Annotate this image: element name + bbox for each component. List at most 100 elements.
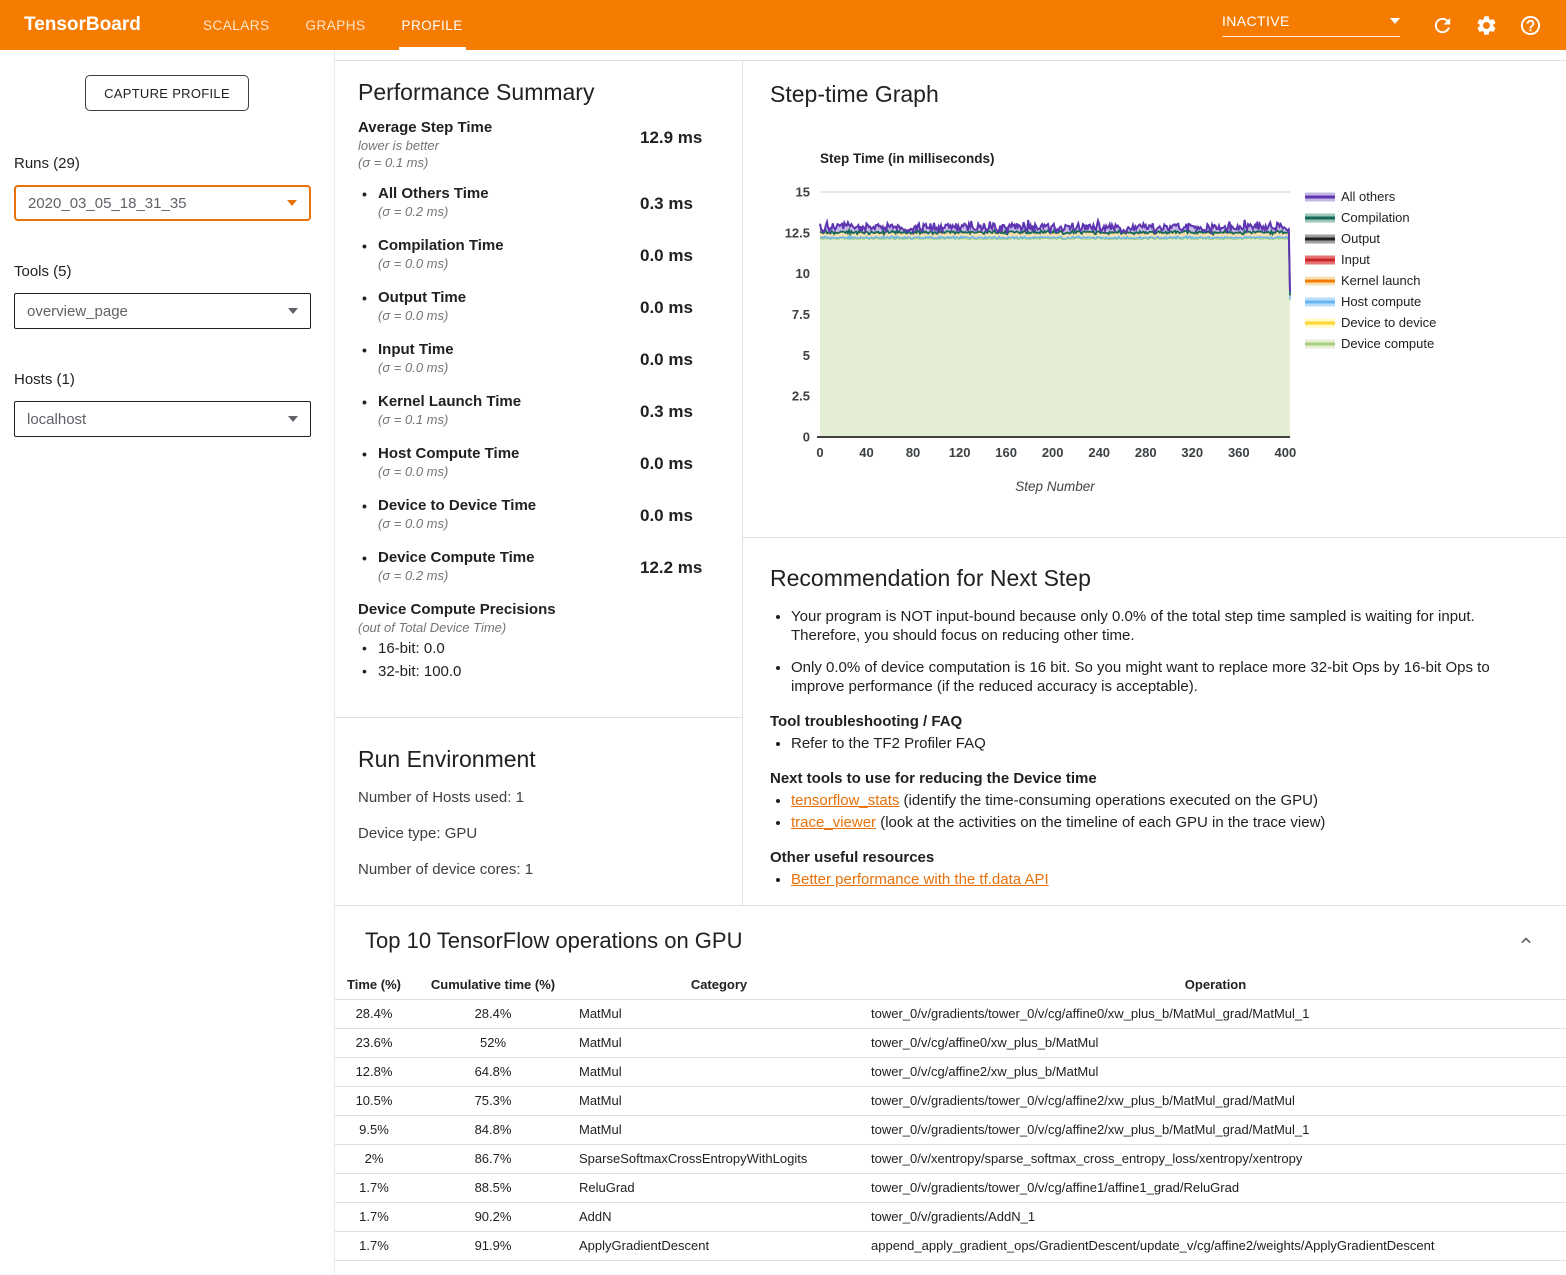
hosts-used: Number of Hosts used: 1	[358, 789, 742, 806]
table-cell: MatMul	[573, 1086, 865, 1115]
tab-profile[interactable]: PROFILE	[399, 0, 466, 50]
column-header: Cumulative time (%)	[413, 970, 573, 999]
perf-summary-item: •Kernel Launch Time(σ = 0.1 ms)0.3 ms	[358, 393, 704, 428]
svg-text:All others: All others	[1341, 189, 1396, 204]
svg-text:320: 320	[1181, 445, 1203, 460]
table-cell: ReluGrad	[573, 1173, 865, 1202]
status-dropdown-value: INACTIVE	[1222, 13, 1290, 29]
help-button[interactable]	[1519, 14, 1542, 37]
table-cell: ApplyGradientDescent	[573, 1231, 865, 1260]
perf-item-sigma: (σ = 0.2 ms)	[378, 567, 640, 584]
capture-profile-button[interactable]: CAPTURE PROFILE	[85, 75, 249, 111]
table-row: 23.6%52%MatMultower_0/v/cg/affine0/xw_pl…	[335, 1028, 1566, 1057]
recommendation-item: Refer to the TF2 Profiler FAQ	[791, 734, 1506, 753]
top-ops-table: Time (%)Cumulative time (%)CategoryOpera…	[335, 970, 1566, 1261]
perf-item-sigma: (σ = 0.0 ms)	[378, 307, 640, 324]
table-cell: 84.8%	[413, 1115, 573, 1144]
legend-item[interactable]: Compilation	[1305, 210, 1410, 225]
perf-summary-item: •Output Time(σ = 0.0 ms)0.0 ms	[358, 289, 704, 324]
bullet-icon: •	[362, 341, 367, 359]
table-row: 1.7%88.5%ReluGradtower_0/v/gradients/tow…	[335, 1173, 1566, 1202]
recommendation-heading: Other useful resources	[770, 849, 1506, 866]
legend-item[interactable]: Output	[1305, 231, 1380, 246]
svg-text:Device to device: Device to device	[1341, 315, 1436, 330]
performance-summary-card: Performance Summary Average Step Time lo…	[335, 61, 742, 718]
table-header-row: Time (%)Cumulative time (%)CategoryOpera…	[335, 970, 1566, 999]
runs-select[interactable]: 2020_03_05_18_31_35	[14, 185, 311, 221]
bullet-icon: •	[362, 497, 367, 515]
tab-graphs[interactable]: GRAPHS	[303, 0, 369, 50]
recommendation-list: tensorflow_stats (identify the time-cons…	[770, 791, 1506, 832]
svg-text:10: 10	[796, 266, 810, 281]
svg-text:200: 200	[1042, 445, 1064, 460]
settings-button[interactable]	[1475, 14, 1498, 37]
bullet-icon: •	[362, 393, 367, 411]
perf-item-sigma: (σ = 0.0 ms)	[378, 515, 640, 532]
recommendation-bullets: Your program is NOT input-bound because …	[770, 607, 1506, 696]
table-cell: 64.8%	[413, 1057, 573, 1086]
table-cell: 88.5%	[413, 1173, 573, 1202]
collapse-button[interactable]	[1516, 931, 1536, 951]
table-row: 9.5%84.8%MatMultower_0/v/gradients/tower…	[335, 1115, 1566, 1144]
perf-item-label: Output Time	[378, 289, 466, 306]
recommendation-sections: Tool troubleshooting / FAQ Refer to the T…	[770, 713, 1506, 889]
svg-text:15: 15	[796, 185, 810, 200]
bullet-icon: •	[362, 237, 367, 255]
perf-item-value: 0.3 ms	[640, 185, 693, 220]
column-header: Time (%)	[335, 970, 413, 999]
tab-bar: SCALARS GRAPHS PROFILE	[200, 0, 466, 50]
svg-text:12.5: 12.5	[785, 225, 810, 240]
svg-text:Kernel launch: Kernel launch	[1341, 273, 1421, 288]
legend-item[interactable]: Device to device	[1305, 315, 1436, 330]
header-actions: INACTIVE	[1222, 0, 1566, 50]
table-cell: tower_0/v/gradients/tower_0/v/cg/affine2…	[865, 1086, 1566, 1115]
tab-scalars[interactable]: SCALARS	[200, 0, 273, 50]
svg-text:160: 160	[995, 445, 1017, 460]
perf-item-label: Device to Device Time	[378, 497, 536, 514]
chevron-down-icon	[288, 416, 298, 422]
table-cell: 9.5%	[335, 1115, 413, 1144]
svg-text:2.5: 2.5	[792, 389, 810, 404]
bullet-icon: •	[362, 185, 367, 203]
status-dropdown[interactable]: INACTIVE	[1222, 13, 1400, 37]
recommendation-text: Refer to the TF2 Profiler FAQ	[791, 735, 986, 752]
perf-item-label: All Others Time	[378, 185, 489, 202]
legend-item[interactable]: All others	[1305, 189, 1396, 204]
recommendation-list: Better performance with the tf.data API	[770, 870, 1506, 889]
svg-text:Device compute: Device compute	[1341, 336, 1434, 351]
tools-select[interactable]: overview_page	[14, 293, 311, 329]
svg-text:240: 240	[1088, 445, 1110, 460]
recommendation-link[interactable]: tensorflow_stats	[791, 792, 899, 809]
svg-text:5: 5	[803, 348, 810, 363]
table-cell: SparseSoftmaxCrossEntropyWithLogits	[573, 1144, 865, 1173]
svg-text:40: 40	[859, 445, 873, 460]
reload-button[interactable]	[1431, 14, 1454, 37]
svg-text:400: 400	[1274, 445, 1296, 460]
legend-item[interactable]: Kernel launch	[1305, 273, 1421, 288]
precision-16bit: •16-bit: 0.0	[358, 640, 704, 657]
step-time-chart: Step Time (in milliseconds)02.557.51012.…	[760, 129, 1480, 504]
table-cell: tower_0/v/gradients/tower_0/v/cg/affine1…	[865, 1173, 1566, 1202]
average-step-time-sigma: (σ = 0.1 ms)	[358, 154, 640, 171]
recommendation-title: Recommendation for Next Step	[770, 565, 1506, 592]
perf-summary-item: •Device to Device Time(σ = 0.0 ms)0.0 ms	[358, 497, 704, 532]
recommendation-link[interactable]: trace_viewer	[791, 814, 876, 831]
table-cell: 86.7%	[413, 1144, 573, 1173]
perf-item-label: Compilation Time	[378, 237, 504, 254]
average-step-time-label: Average Step Time	[358, 119, 640, 137]
legend-item[interactable]: Device compute	[1305, 336, 1434, 351]
recommendation-link[interactable]: Better performance with the tf.data API	[791, 871, 1049, 888]
recommendation-heading: Tool troubleshooting / FAQ	[770, 713, 1506, 730]
device-type: Device type: GPU	[358, 825, 742, 842]
app-title: TensorBoard	[0, 0, 176, 50]
perf-summary-item: •Host Compute Time(σ = 0.0 ms)0.0 ms	[358, 445, 704, 480]
bullet-icon: •	[362, 289, 367, 307]
perf-item-value: 12.2 ms	[640, 549, 702, 584]
table-cell: 1.7%	[335, 1173, 413, 1202]
svg-text:280: 280	[1135, 445, 1157, 460]
hosts-select[interactable]: localhost	[14, 401, 311, 437]
legend-item[interactable]: Host compute	[1305, 294, 1421, 309]
legend-item[interactable]: Input	[1305, 252, 1370, 267]
top-ops-card: Top 10 TensorFlow operations on GPU Time…	[335, 905, 1566, 1275]
recommendation-item: tensorflow_stats (identify the time-cons…	[791, 791, 1506, 810]
